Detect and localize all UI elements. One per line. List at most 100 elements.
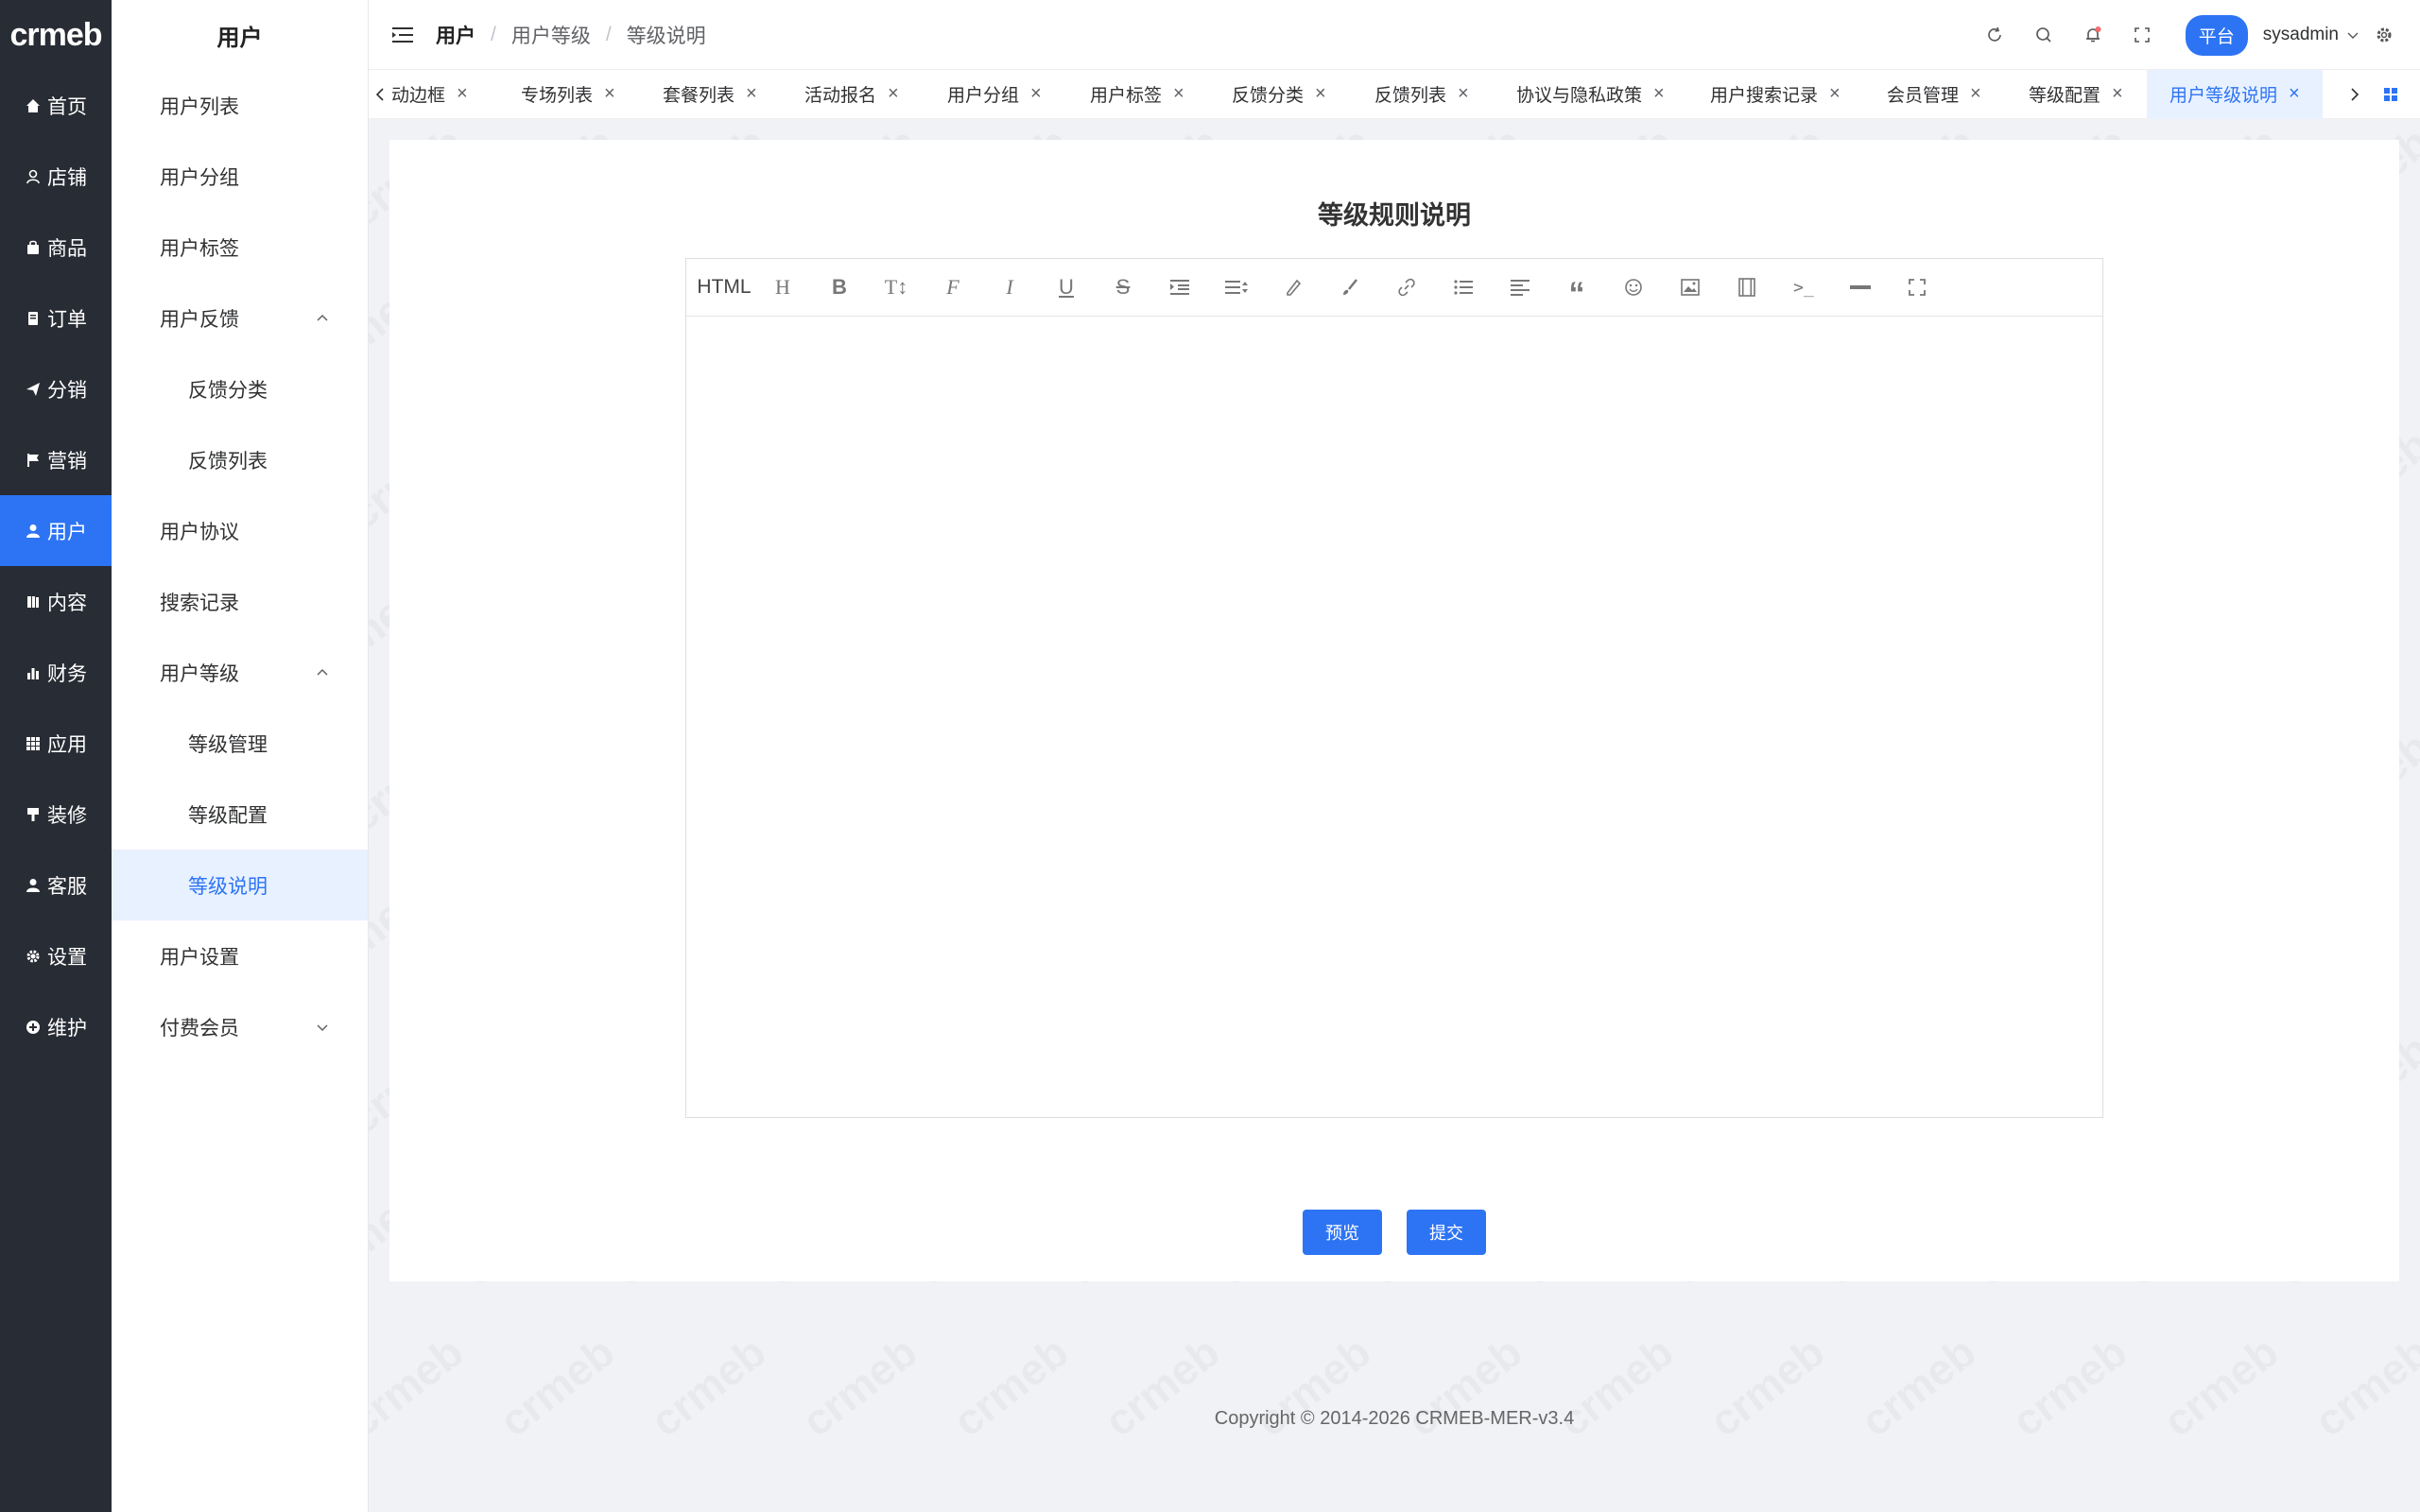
list-icon[interactable] bbox=[1435, 268, 1492, 306]
tabs-menu-icon[interactable] bbox=[2379, 70, 2402, 119]
underline-icon[interactable]: U bbox=[1038, 268, 1095, 306]
user-dropdown[interactable]: sysadmin bbox=[2263, 25, 2360, 45]
rail-item-maintain[interactable]: 维护 bbox=[0, 991, 112, 1062]
chart-icon bbox=[25, 664, 42, 681]
submenu-item-label: 搜索记录 bbox=[160, 592, 239, 614]
bell-icon[interactable] bbox=[2068, 0, 2118, 70]
tab[interactable]: 专场列表 × bbox=[521, 70, 663, 119]
tab-active[interactable]: 用户等级说明 × bbox=[2147, 69, 2323, 119]
tab[interactable]: 反馈分类 × bbox=[1232, 70, 1374, 119]
tabs-bar: 动边框 × 专场列表 × 套餐列表 × 活动报名 × 用户分组 × 用户标签 × 反馈分类 ×… bbox=[369, 69, 2420, 119]
line-height-icon[interactable] bbox=[1208, 268, 1265, 306]
tab[interactable]: 活动报名 × bbox=[804, 70, 947, 119]
close-icon[interactable]: × bbox=[457, 83, 468, 105]
rail-item-decorate[interactable]: 装修 bbox=[0, 779, 112, 850]
tab[interactable]: 用户搜索记录 × bbox=[1710, 70, 1887, 119]
rail-item-user[interactable]: 用户 bbox=[0, 495, 112, 566]
strikethrough-icon[interactable]: S bbox=[1095, 268, 1151, 306]
submenu-item-level-manage[interactable]: 等级管理 bbox=[112, 708, 368, 779]
rail-item-goods[interactable]: 商品 bbox=[0, 212, 112, 283]
submit-button[interactable]: 提交 bbox=[1407, 1210, 1486, 1255]
font-family-icon[interactable]: F bbox=[925, 268, 981, 306]
tab[interactable]: 套餐列表 × bbox=[663, 70, 804, 119]
submenu-item-level-config[interactable]: 等级配置 bbox=[112, 779, 368, 850]
submenu-item-label: 等级配置 bbox=[188, 804, 268, 827]
align-icon[interactable] bbox=[1492, 268, 1548, 306]
breadcrumb-level2[interactable]: 用户等级 bbox=[511, 21, 591, 49]
rail-item-home[interactable]: 首页 bbox=[0, 70, 112, 141]
close-icon[interactable]: × bbox=[1315, 83, 1326, 105]
close-icon[interactable]: × bbox=[888, 83, 899, 105]
bold-icon[interactable]: B bbox=[811, 268, 868, 306]
link-icon[interactable] bbox=[1378, 268, 1435, 306]
heading-icon[interactable]: H bbox=[754, 268, 811, 306]
rail-item-service[interactable]: 客服 bbox=[0, 850, 112, 920]
divider-icon[interactable] bbox=[1832, 268, 1889, 306]
font-size-icon[interactable]: T↕ bbox=[868, 268, 925, 306]
tab[interactable]: 协议与隐私政策 × bbox=[1516, 70, 1710, 119]
submenu-item-user-group[interactable]: 用户分组 bbox=[112, 141, 368, 212]
background-color-icon[interactable] bbox=[1322, 268, 1378, 306]
breadcrumb-level1[interactable]: 用户 bbox=[436, 21, 475, 49]
close-icon[interactable]: × bbox=[1653, 83, 1665, 105]
image-icon[interactable] bbox=[1662, 268, 1719, 306]
submenu-item-feedback-list[interactable]: 反馈列表 bbox=[112, 424, 368, 495]
submenu-item-paid-member[interactable]: 付费会员 bbox=[112, 991, 368, 1062]
submenu-item-search-records[interactable]: 搜索记录 bbox=[112, 566, 368, 637]
tabs-scroll-right-icon[interactable] bbox=[2343, 70, 2366, 119]
close-icon[interactable]: × bbox=[1458, 83, 1469, 105]
rail-item-store[interactable]: 店铺 bbox=[0, 141, 112, 212]
close-icon[interactable]: × bbox=[604, 83, 615, 105]
close-icon[interactable]: × bbox=[2112, 83, 2123, 105]
code-icon[interactable]: >_ bbox=[1775, 268, 1832, 306]
refresh-icon[interactable] bbox=[1970, 0, 2019, 70]
settings-icon[interactable] bbox=[2360, 0, 2409, 70]
close-icon[interactable]: × bbox=[1970, 83, 1981, 105]
submenu-item-feedback-category[interactable]: 反馈分类 bbox=[112, 353, 368, 424]
submenu-item-user-level[interactable]: 用户等级 bbox=[112, 637, 368, 708]
rail-item-marketing[interactable]: 营销 bbox=[0, 424, 112, 495]
tab[interactable]: 反馈列表 × bbox=[1374, 70, 1516, 119]
submenu-item-user-feedback[interactable]: 用户反馈 bbox=[112, 283, 368, 353]
rail-item-settings[interactable]: 设置 bbox=[0, 920, 112, 991]
submenu-item-user-agreement[interactable]: 用户协议 bbox=[112, 495, 368, 566]
menu-toggle-icon[interactable] bbox=[392, 26, 413, 44]
crmeb-logo: crmeb bbox=[9, 16, 102, 53]
tab[interactable]: 用户标签 × bbox=[1090, 70, 1232, 119]
close-icon[interactable]: × bbox=[1173, 83, 1184, 105]
tab[interactable]: 会员管理 × bbox=[1887, 70, 2029, 119]
brush-icon bbox=[25, 806, 42, 823]
rail-item-apps[interactable]: 应用 bbox=[0, 708, 112, 779]
font-color-icon[interactable] bbox=[1265, 268, 1322, 306]
emoticon-icon[interactable] bbox=[1605, 268, 1662, 306]
platform-badge[interactable]: 平台 bbox=[2185, 14, 2248, 56]
rail-item-content[interactable]: 内容 bbox=[0, 566, 112, 637]
close-icon[interactable]: × bbox=[2289, 83, 2300, 105]
close-icon[interactable]: × bbox=[1030, 83, 1042, 105]
italic-icon[interactable]: I bbox=[981, 268, 1038, 306]
rail-item-order[interactable]: 订单 bbox=[0, 283, 112, 353]
fullscreen-icon[interactable] bbox=[2118, 0, 2167, 70]
html-source-button[interactable]: HTML bbox=[694, 268, 754, 306]
submenu-item-user-settings[interactable]: 用户设置 bbox=[112, 920, 368, 991]
submenu-item-user-list[interactable]: 用户列表 bbox=[112, 70, 368, 141]
tab[interactable]: 用户分组 × bbox=[947, 70, 1090, 119]
fullscreen-icon[interactable] bbox=[1889, 268, 1945, 306]
rail-item-finance[interactable]: 财务 bbox=[0, 637, 112, 708]
quote-icon[interactable]: “ bbox=[1548, 268, 1605, 312]
send-icon bbox=[25, 381, 42, 398]
close-icon[interactable]: × bbox=[1829, 83, 1841, 105]
editor-content-area[interactable] bbox=[686, 318, 2102, 1117]
tab[interactable]: 动边框 × bbox=[391, 70, 521, 119]
submenu-item-user-tag[interactable]: 用户标签 bbox=[112, 212, 368, 283]
tab[interactable]: 等级配置 × bbox=[2029, 70, 2147, 119]
indent-icon[interactable] bbox=[1151, 268, 1208, 306]
tabs-scroll-left-icon[interactable] bbox=[369, 70, 391, 119]
bag-icon bbox=[25, 239, 42, 256]
rail-item-distribution[interactable]: 分销 bbox=[0, 353, 112, 424]
submenu-item-level-description[interactable]: 等级说明 bbox=[112, 850, 368, 920]
close-icon[interactable]: × bbox=[746, 83, 757, 105]
search-icon[interactable] bbox=[2019, 0, 2068, 70]
video-icon[interactable] bbox=[1719, 268, 1775, 306]
preview-button[interactable]: 预览 bbox=[1303, 1210, 1382, 1255]
